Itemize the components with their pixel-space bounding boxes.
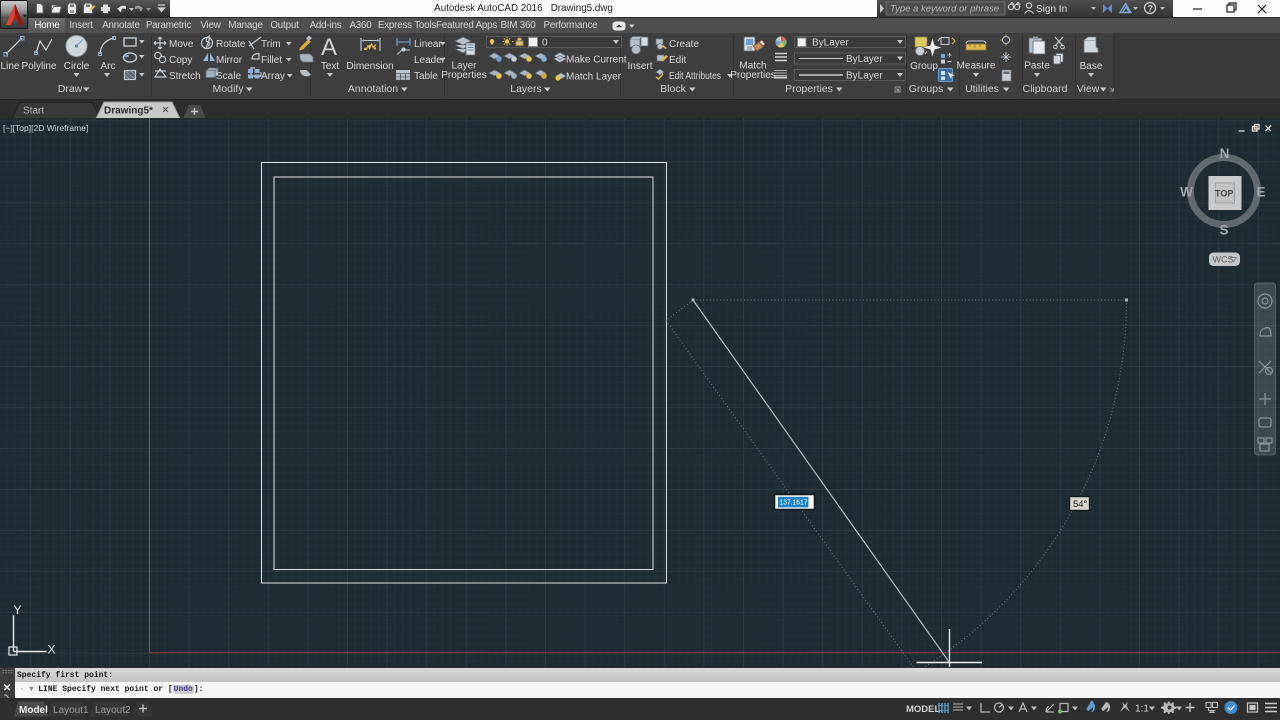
svg-text:Clipboard: Clipboard [1023, 83, 1068, 95]
svg-text:54°: 54° [1073, 499, 1088, 510]
svg-text:Circle: Circle [64, 61, 90, 72]
svg-text:Trim: Trim [261, 39, 281, 50]
svg-text:Start: Start [23, 106, 44, 117]
svg-text:Sign In: Sign In [1036, 4, 1067, 15]
svg-text:W: W [1180, 185, 1193, 200]
svg-text:Properties: Properties [441, 70, 487, 81]
svg-text:?: ? [1148, 4, 1154, 14]
svg-text:A: A [321, 34, 337, 61]
svg-text:Type a keyword or phrase: Type a keyword or phrase [890, 4, 999, 15]
svg-text:Layout2: Layout2 [95, 705, 131, 716]
svg-text:Scale: Scale [216, 71, 241, 82]
svg-text:Groups: Groups [909, 83, 943, 95]
svg-text:Fillet: Fillet [261, 55, 282, 66]
svg-text:Table: Table [414, 71, 438, 82]
svg-text:Make Current: Make Current [566, 55, 627, 66]
svg-text:Copy: Copy [169, 55, 192, 66]
svg-text:Stretch: Stretch [169, 71, 201, 82]
svg-text:Layers: Layers [510, 83, 542, 95]
svg-text:Rotate: Rotate [216, 39, 246, 50]
svg-text:Insert: Insert [627, 61, 652, 72]
svg-text:View: View [1077, 83, 1100, 95]
svg-text:Properties: Properties [730, 70, 776, 81]
svg-text:Text: Text [321, 61, 340, 72]
svg-text:Leader: Leader [414, 55, 446, 66]
svg-text:Modify: Modify [213, 83, 245, 95]
svg-text:ByLayer: ByLayer [846, 54, 883, 65]
svg-text:N: N [1220, 146, 1230, 161]
svg-text:Properties: Properties [785, 83, 833, 95]
svg-text:Utilities: Utilities [965, 83, 999, 95]
svg-text:Annotation: Annotation [348, 83, 398, 95]
svg-text:Base: Base [1080, 61, 1103, 72]
svg-text:Group: Group [910, 61, 938, 72]
svg-text:Create: Create [669, 39, 699, 50]
svg-text:Mirror: Mirror [216, 55, 243, 66]
svg-text:Draw: Draw [58, 83, 83, 95]
svg-text:TOP: TOP [1215, 189, 1233, 199]
svg-text:Dimension: Dimension [346, 61, 393, 72]
svg-text:Linear: Linear [414, 39, 442, 50]
svg-text:Layout1: Layout1 [53, 705, 89, 716]
svg-text:MODEL: MODEL [906, 704, 941, 715]
svg-text:WCS: WCS [1213, 255, 1234, 265]
svg-text:1:1: 1:1 [1135, 704, 1149, 715]
svg-text:X: X [48, 643, 56, 657]
svg-text:0: 0 [542, 38, 548, 49]
svg-text:ByLayer: ByLayer [812, 38, 849, 49]
svg-text:ByLayer: ByLayer [846, 71, 883, 82]
svg-text:Block: Block [660, 83, 686, 95]
svg-text:Edit Attributes: Edit Attributes [669, 71, 721, 82]
svg-text:E: E [1256, 185, 1265, 200]
svg-text:Array: Array [261, 71, 285, 82]
svg-text:Edit: Edit [669, 55, 686, 66]
svg-text:Paste: Paste [1024, 61, 1050, 72]
svg-text:Drawing5*: Drawing5* [104, 106, 153, 117]
svg-text:Model: Model [19, 705, 48, 716]
svg-text:137.1617: 137.1617 [780, 498, 808, 507]
svg-text:Measure: Measure [957, 61, 996, 72]
svg-text:Polyline: Polyline [21, 61, 56, 72]
svg-text:Line: Line [1, 61, 20, 72]
svg-text:Match Layer: Match Layer [566, 72, 622, 83]
svg-text:Move: Move [169, 39, 194, 50]
svg-text:S: S [1219, 223, 1228, 238]
svg-text:Arc: Arc [101, 61, 116, 72]
svg-text:Y: Y [14, 603, 22, 617]
